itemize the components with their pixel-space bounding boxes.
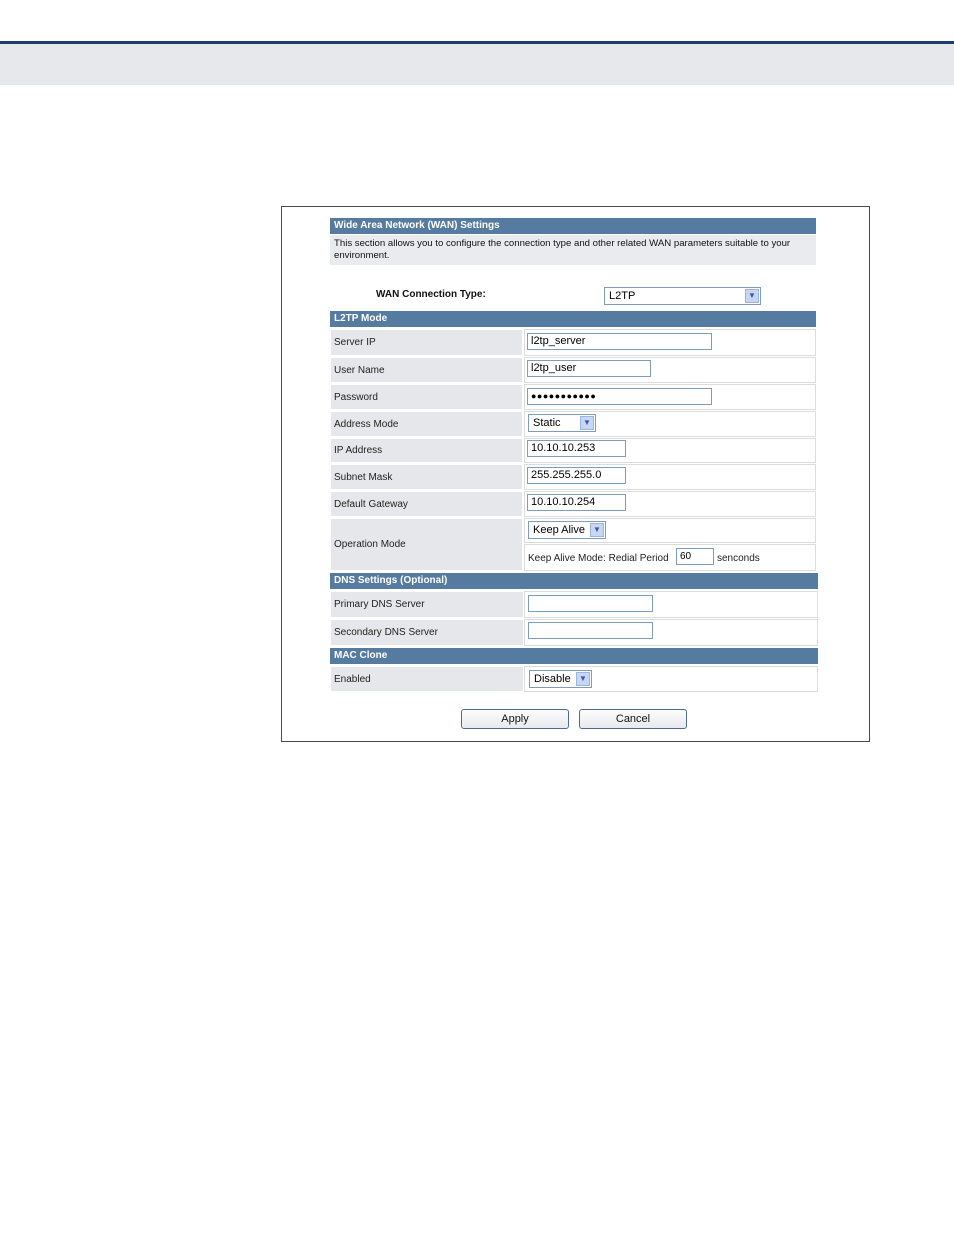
page-header-band xyxy=(0,44,954,85)
address-mode-label: Address Mode xyxy=(330,411,523,437)
mac-clone-enabled-label: Enabled xyxy=(330,666,524,692)
chevron-down-icon: ▼ xyxy=(580,416,594,430)
wan-settings-description: This section allows you to configure the… xyxy=(330,235,816,265)
apply-button[interactable]: Apply xyxy=(461,709,569,729)
chevron-down-icon: ▼ xyxy=(576,672,590,686)
operation-mode-label: Operation Mode xyxy=(330,518,523,571)
address-mode-select[interactable]: Static ▼ xyxy=(528,414,596,432)
redial-period-input[interactable]: 60 xyxy=(676,548,714,565)
redial-period-unit: senconds xyxy=(717,553,760,564)
cancel-button[interactable]: Cancel xyxy=(579,709,687,729)
wan-connection-type-label: WAN Connection Type: xyxy=(376,289,486,300)
subnet-mask-label: Subnet Mask xyxy=(330,464,523,490)
secondary-dns-input[interactable] xyxy=(528,622,653,639)
server-ip-label: Server IP xyxy=(330,329,523,356)
default-gateway-input[interactable]: 10.10.10.254 xyxy=(527,494,626,511)
wan-connection-type-select[interactable]: L2TP ▼ xyxy=(604,287,761,305)
address-mode-value: Static xyxy=(533,417,561,429)
operation-mode-value: Keep Alive xyxy=(533,524,585,536)
chevron-down-icon: ▼ xyxy=(745,289,759,303)
secondary-dns-label: Secondary DNS Server xyxy=(330,619,524,646)
chevron-down-icon: ▼ xyxy=(590,523,604,537)
wan-settings-header: Wide Area Network (WAN) Settings xyxy=(330,218,816,234)
wan-connection-type-value: L2TP xyxy=(609,290,636,302)
ip-address-input[interactable]: 10.10.10.253 xyxy=(527,440,626,457)
primary-dns-label: Primary DNS Server xyxy=(330,591,524,618)
mac-clone-enabled-select[interactable]: Disable ▼ xyxy=(529,670,592,688)
primary-dns-input[interactable] xyxy=(528,595,653,612)
user-name-label: User Name xyxy=(330,357,523,383)
mac-clone-enabled-value: Disable xyxy=(534,673,571,685)
dns-settings-header: DNS Settings (Optional) xyxy=(330,573,818,589)
l2tp-mode-header: L2TP Mode xyxy=(330,311,816,327)
password-input[interactable]: ●●●●●●●●●●● xyxy=(527,388,712,405)
server-ip-input[interactable]: l2tp_server xyxy=(527,333,712,350)
default-gateway-label: Default Gateway xyxy=(330,491,523,517)
redial-period-label: Keep Alive Mode: Redial Period xyxy=(528,553,669,564)
operation-mode-select[interactable]: Keep Alive ▼ xyxy=(528,521,606,539)
user-name-input[interactable]: l2tp_user xyxy=(527,360,651,377)
subnet-mask-input[interactable]: 255.255.255.0 xyxy=(527,467,626,484)
mac-clone-header: MAC Clone xyxy=(330,648,818,664)
password-label: Password xyxy=(330,384,523,410)
ip-address-label: IP Address xyxy=(330,438,523,463)
